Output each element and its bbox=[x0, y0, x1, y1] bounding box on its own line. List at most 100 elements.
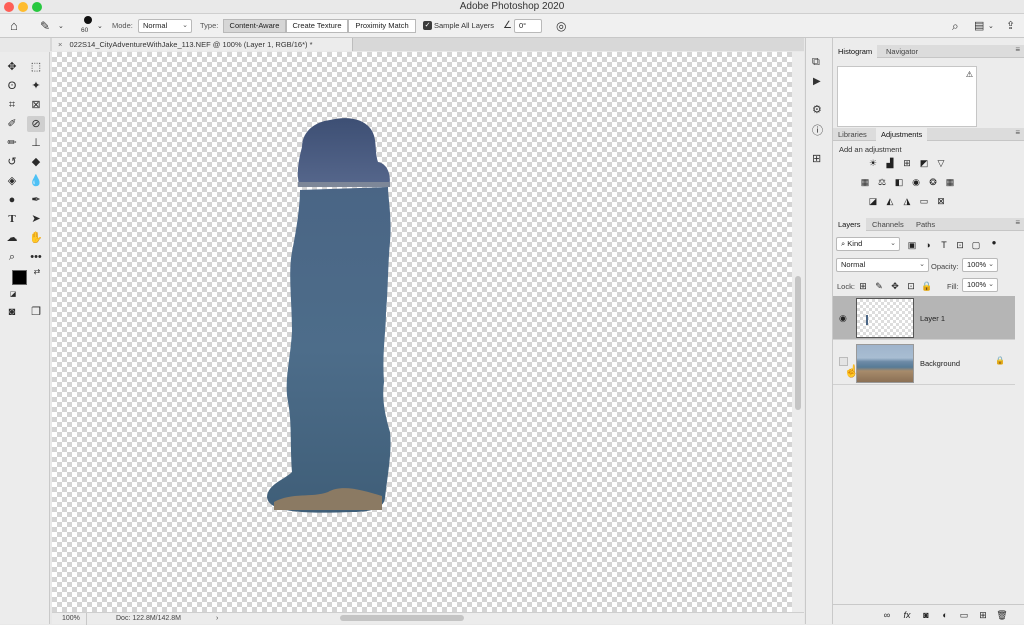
layer-name[interactable]: Layer 1 bbox=[920, 314, 945, 323]
color-lookup-icon[interactable]: ▦ bbox=[944, 177, 956, 187]
tab-adjustments[interactable]: Adjustments bbox=[876, 128, 928, 141]
pen-tool-icon[interactable]: ✒ bbox=[27, 192, 45, 208]
fill-field[interactable]: 100% ⌄ bbox=[962, 278, 998, 292]
screen-mode-icon[interactable]: ❐ bbox=[27, 304, 45, 320]
horizontal-scroll-thumb[interactable] bbox=[340, 615, 464, 621]
brush-tool-icon[interactable]: ✏ bbox=[3, 135, 21, 151]
info-icon[interactable]: ⓘ bbox=[812, 125, 823, 137]
blend-mode-select[interactable]: Normal ⌄ bbox=[836, 258, 929, 272]
delete-layer-icon[interactable]: 🗑 bbox=[996, 610, 1008, 620]
frame-tool-icon[interactable]: ⊠ bbox=[27, 97, 45, 113]
vertical-scroll-thumb[interactable] bbox=[795, 276, 801, 410]
type-content-aware-button[interactable]: Content-Aware bbox=[223, 19, 286, 33]
lock-image-pixels-icon[interactable]: ✎ bbox=[873, 281, 885, 291]
lock-all-icon[interactable]: 🔒 bbox=[921, 281, 933, 291]
blur-tool-icon[interactable]: 💧 bbox=[27, 173, 45, 189]
search-icon[interactable]: ⌕ bbox=[952, 20, 959, 32]
clone-stamp-tool-icon[interactable]: ⊥ bbox=[27, 135, 45, 151]
curves-icon[interactable]: ⊞ bbox=[901, 158, 913, 168]
paint-bucket-tool-icon[interactable]: ◈ bbox=[3, 173, 21, 189]
type-proximity-match-button[interactable]: Proximity Match bbox=[348, 19, 416, 33]
close-tab-icon[interactable]: × bbox=[58, 40, 62, 49]
tab-libraries[interactable]: Libraries bbox=[833, 128, 872, 141]
brush-preset-picker[interactable]: 60 bbox=[80, 16, 96, 36]
gradient-map-icon[interactable]: ▭ bbox=[918, 196, 930, 206]
dodge-tool-icon[interactable]: ● bbox=[3, 192, 21, 208]
layer-filter-kind-select[interactable]: ⌕ Kind ⌄ bbox=[836, 237, 900, 251]
photo-filter-icon[interactable]: ◉ bbox=[910, 177, 922, 187]
zoom-level[interactable]: 100% bbox=[62, 613, 80, 625]
magic-wand-tool-icon[interactable]: ✦ bbox=[27, 78, 45, 94]
document-tab[interactable]: × 022S14_CityAdventureWithJake_113.NEF @… bbox=[52, 38, 353, 51]
quick-mask-icon[interactable]: ◙ bbox=[3, 304, 21, 320]
swap-colors-icon[interactable]: ⇄ bbox=[28, 264, 46, 280]
layer-name[interactable]: Background bbox=[920, 359, 960, 368]
new-group-icon[interactable]: ▭ bbox=[958, 610, 970, 620]
panel-menu-icon[interactable]: ≡ bbox=[1015, 218, 1020, 227]
chevron-down-icon[interactable]: ⌄ bbox=[97, 21, 103, 33]
minimize-window-button[interactable] bbox=[18, 2, 28, 12]
hand-tool-icon[interactable]: ✋ bbox=[27, 230, 45, 246]
crop-tool-icon[interactable]: ⌗ bbox=[3, 97, 21, 113]
tab-histogram[interactable]: Histogram bbox=[833, 45, 878, 58]
lock-position-icon[interactable]: ✥ bbox=[889, 281, 901, 291]
healing-brush-tool-preset-icon[interactable]: ✎ bbox=[40, 20, 50, 32]
brush-settings-icon[interactable]: ⚙ bbox=[812, 104, 822, 116]
opacity-field[interactable]: 100% ⌄ bbox=[962, 258, 998, 272]
new-adjustment-layer-icon[interactable]: ◐ bbox=[939, 610, 951, 620]
properties-icon[interactable]: ⊞ bbox=[812, 153, 821, 165]
sample-all-layers-checkbox[interactable]: ✓ bbox=[423, 21, 432, 30]
layer-row-background[interactable]: Background 🔒 bbox=[833, 341, 1015, 385]
add-mask-icon[interactable]: ◙ bbox=[920, 610, 932, 620]
invert-icon[interactable]: ◪ bbox=[867, 196, 879, 206]
history-brush-tool-icon[interactable]: ↺ bbox=[3, 154, 21, 170]
color-balance-icon[interactable]: ⚖ bbox=[876, 177, 888, 187]
type-tool-icon[interactable]: T bbox=[3, 211, 21, 227]
more-tools-icon[interactable]: ••• bbox=[27, 249, 45, 265]
black-white-icon[interactable]: ◧ bbox=[893, 177, 905, 187]
channel-mixer-icon[interactable]: ❂ bbox=[927, 177, 939, 187]
workspace-icon[interactable]: ▤ bbox=[974, 20, 984, 32]
shape-tool-icon[interactable]: ☁ bbox=[3, 230, 21, 246]
lasso-tool-icon[interactable]: ʘ bbox=[3, 78, 21, 94]
marquee-tool-icon[interactable]: ⬚ bbox=[27, 59, 45, 75]
panel-menu-icon[interactable]: ≡ bbox=[1015, 128, 1020, 137]
tab-layers[interactable]: Layers bbox=[833, 218, 866, 231]
filter-type-icon[interactable]: T bbox=[938, 240, 950, 250]
hue-saturation-icon[interactable]: ▦ bbox=[859, 177, 871, 187]
tab-paths[interactable]: Paths bbox=[911, 218, 940, 231]
visibility-eye-icon[interactable]: ◉ bbox=[839, 313, 847, 324]
home-icon[interactable]: ⌂ bbox=[10, 19, 18, 32]
layer-row-layer-1[interactable]: ◉ Layer 1 bbox=[833, 296, 1015, 340]
brightness-contrast-icon[interactable]: ☀ bbox=[867, 158, 879, 168]
type-create-texture-button[interactable]: Create Texture bbox=[286, 19, 348, 33]
levels-icon[interactable]: ▟ bbox=[884, 158, 896, 168]
exposure-icon[interactable]: ◩ bbox=[918, 158, 930, 168]
diffraction-target-icon[interactable]: ◎ bbox=[556, 20, 566, 32]
zoom-tool-icon[interactable]: ⌕ bbox=[3, 249, 21, 265]
filter-smart-object-icon[interactable]: ▢ bbox=[970, 240, 982, 250]
filter-adjustment-icon[interactable]: ◑ bbox=[922, 240, 934, 250]
history-icon[interactable]: ⧉ bbox=[812, 56, 820, 68]
spot-healing-brush-tool-icon[interactable]: ⊘ bbox=[27, 116, 45, 132]
move-tool-icon[interactable]: ✥ bbox=[3, 59, 21, 75]
chevron-down-icon[interactable]: ⌄ bbox=[58, 21, 64, 33]
fx-icon[interactable]: fx bbox=[901, 610, 913, 620]
threshold-icon[interactable]: ◮ bbox=[901, 196, 913, 206]
canvas[interactable] bbox=[52, 52, 792, 612]
warning-icon[interactable]: ⚠ bbox=[966, 70, 973, 79]
lock-artboard-icon[interactable]: ⊡ bbox=[905, 281, 917, 291]
path-selection-tool-icon[interactable]: ➤ bbox=[27, 211, 45, 227]
angle-field[interactable]: 0° bbox=[514, 19, 542, 33]
close-window-button[interactable] bbox=[4, 2, 14, 12]
tab-navigator[interactable]: Navigator bbox=[881, 45, 923, 58]
link-layers-icon[interactable]: ∞ bbox=[881, 610, 893, 620]
posterize-icon[interactable]: ◭ bbox=[884, 196, 896, 206]
filter-pixel-icon[interactable]: ▣ bbox=[906, 240, 918, 250]
eraser-tool-icon[interactable]: ◆ bbox=[27, 154, 45, 170]
foreground-color-swatch[interactable] bbox=[12, 270, 27, 285]
selective-color-icon[interactable]: ⊠ bbox=[935, 196, 947, 206]
new-layer-icon[interactable]: ⊞ bbox=[977, 610, 989, 620]
filter-shape-icon[interactable]: ⊡ bbox=[954, 240, 966, 250]
vibrance-icon[interactable]: ▽ bbox=[935, 158, 947, 168]
